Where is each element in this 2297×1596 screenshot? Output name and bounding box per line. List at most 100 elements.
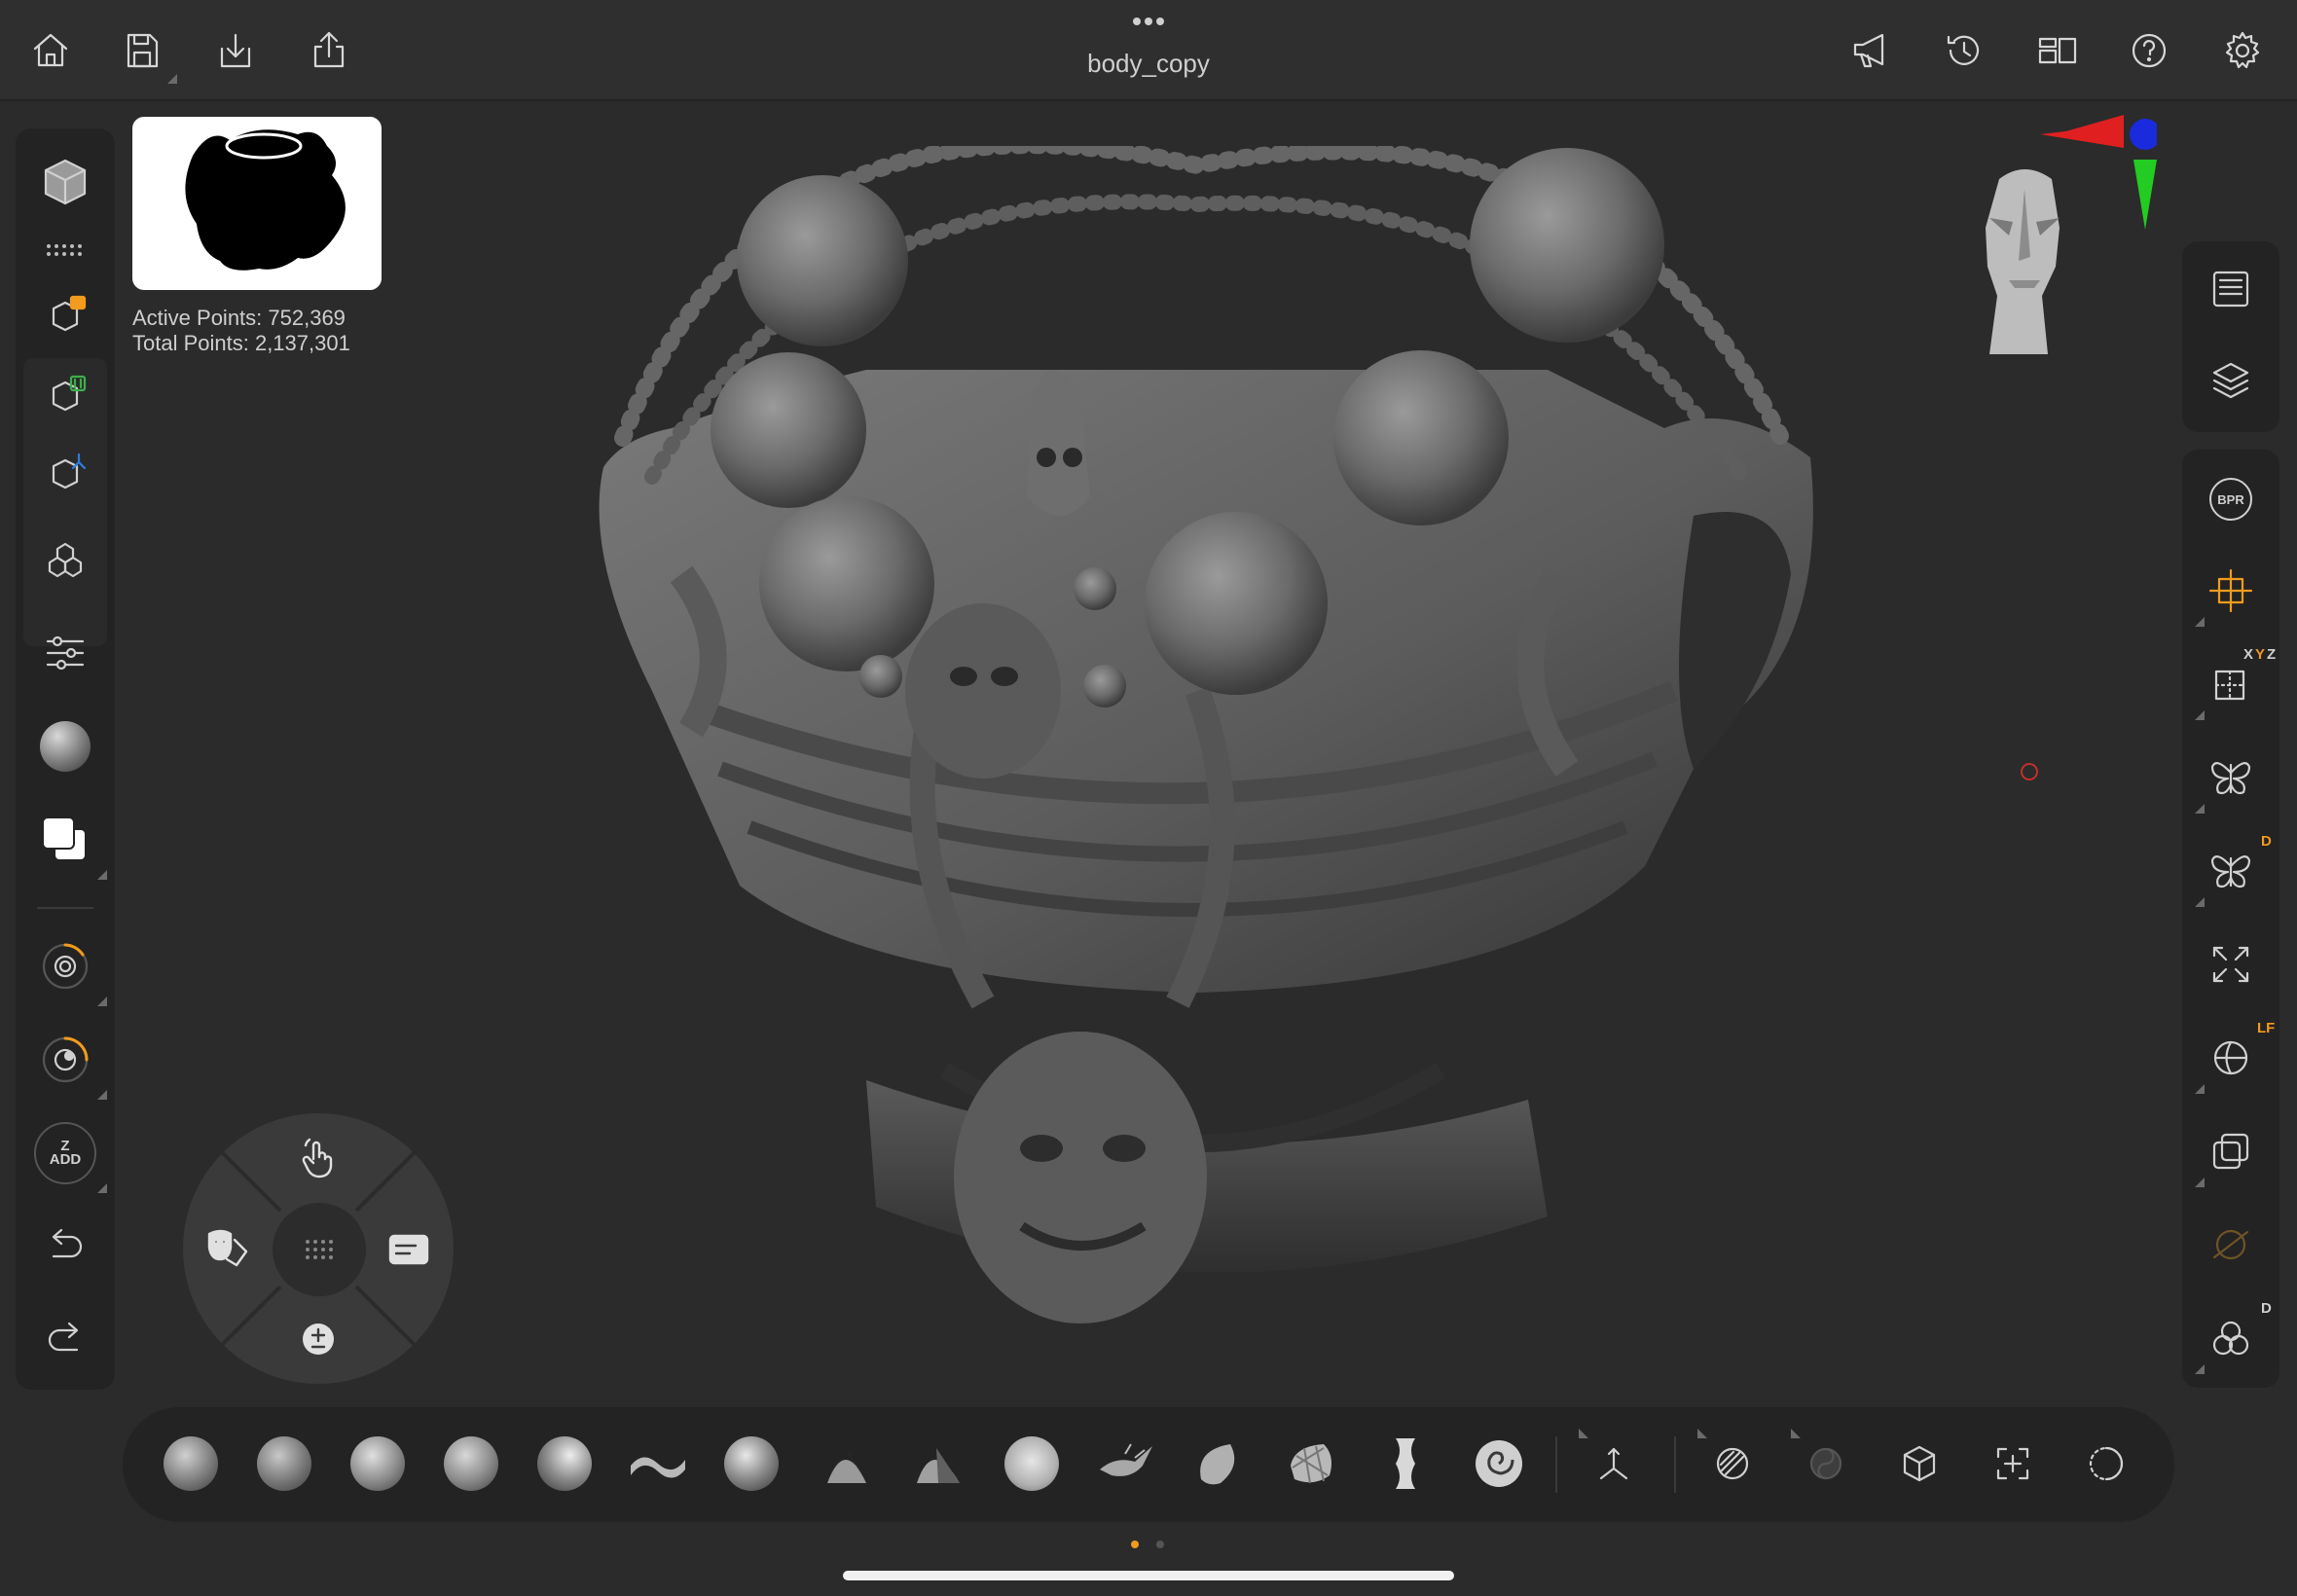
polyframe-icon — [2212, 1321, 2249, 1356]
brush-dam-standard[interactable] — [623, 1429, 693, 1499]
color-swatch-icon — [40, 815, 91, 865]
material-button[interactable] — [31, 712, 99, 780]
brush-spiral[interactable] — [1464, 1429, 1534, 1499]
intensity-dial[interactable] — [31, 1026, 107, 1100]
yin-yang-icon — [1809, 1447, 1842, 1480]
save-button[interactable] — [115, 23, 177, 84]
layers-button[interactable] — [2197, 346, 2265, 415]
intensity-dial-icon — [42, 1036, 89, 1083]
download-icon — [220, 33, 251, 68]
invert-mask-button[interactable] — [1791, 1429, 1861, 1499]
frame-add-button[interactable] — [1978, 1429, 2048, 1499]
wheel-zadd-sub-button[interactable] — [289, 1310, 347, 1368]
head-navigator[interactable] — [1970, 160, 2079, 354]
grid-icon — [2214, 670, 2245, 701]
brush-blob[interactable] — [1184, 1429, 1254, 1499]
right-toolbar-main: BPR X Y Z D LF D — [2182, 450, 2279, 1388]
undo-button[interactable] — [31, 1213, 99, 1281]
quick-action-wheel — [183, 1113, 454, 1384]
hatch-mask-button[interactable] — [1697, 1429, 1768, 1499]
drag-handle-icon[interactable] — [45, 243, 88, 257]
share-button[interactable] — [302, 23, 356, 78]
share-icon — [313, 31, 345, 68]
brush-bar-separator — [1555, 1436, 1557, 1493]
symmetry-button[interactable] — [2195, 744, 2265, 814]
polyframe-button[interactable]: D — [2195, 1300, 2272, 1374]
transparency-button[interactable] — [2197, 1211, 2265, 1279]
mesh-tools-button[interactable] — [31, 526, 99, 594]
frame-button[interactable] — [2197, 930, 2265, 998]
menu-button[interactable] — [2197, 255, 2265, 323]
floor-button[interactable]: LF — [2195, 1020, 2275, 1094]
material-sphere-icon — [40, 721, 91, 772]
brush-settings-button[interactable] — [31, 619, 99, 687]
gallery-button[interactable] — [31, 148, 99, 216]
page-dot-1[interactable] — [1131, 1541, 1139, 1548]
help-button[interactable] — [2122, 23, 2176, 78]
announcements-button[interactable] — [1843, 23, 1898, 78]
grid-dots-icon — [306, 1240, 333, 1259]
brush-snake-hook-icon — [724, 1436, 779, 1491]
left-toolbar: Z ADD — [16, 128, 115, 1390]
home-button[interactable] — [23, 23, 78, 78]
grid-xyz-button[interactable]: X Y Z — [2195, 646, 2276, 720]
brush-smooth-icon — [1004, 1436, 1059, 1491]
brush-standard[interactable] — [343, 1429, 413, 1499]
bpr-icon: BPR — [2209, 478, 2252, 521]
bpr-button[interactable]: BPR — [2197, 465, 2265, 533]
lasso-select-button[interactable] — [2071, 1429, 2141, 1499]
perspective-button[interactable] — [2195, 1117, 2265, 1187]
draw-size-dial[interactable] — [31, 932, 107, 1006]
y-axis-arrow[interactable] — [2133, 160, 2157, 230]
butterfly-icon — [2210, 762, 2251, 795]
brush-move-icon — [444, 1436, 498, 1491]
list-menu-icon — [2212, 271, 2249, 308]
polygroup-cube-button[interactable] — [1884, 1429, 1954, 1499]
color-swatch-button[interactable] — [31, 806, 107, 880]
brush-trim-icon — [1100, 1443, 1152, 1476]
transform-gizmo-button[interactable] — [2195, 557, 2265, 627]
brush-pinch[interactable] — [810, 1429, 880, 1499]
silhouette-thumbnail[interactable] — [132, 117, 382, 290]
settings-button[interactable] — [2215, 23, 2270, 78]
brush-standard-icon — [350, 1436, 405, 1491]
note-card-icon — [388, 1234, 429, 1265]
layout-button[interactable] — [2030, 23, 2085, 78]
brush-clay[interactable] — [249, 1429, 319, 1499]
sliders-icon — [46, 635, 85, 671]
xyz-badge-y: Y — [2255, 646, 2266, 663]
z-axis-ball[interactable] — [2130, 119, 2157, 150]
brush-snake-hook[interactable] — [716, 1429, 786, 1499]
wheel-notes-button[interactable] — [380, 1219, 438, 1278]
more-options-icon[interactable] — [1129, 14, 1168, 29]
expand-icon — [2212, 946, 2249, 983]
brush-trim[interactable] — [1090, 1429, 1160, 1499]
brush-clay-buildup[interactable] — [156, 1429, 226, 1499]
radial-symmetry-button[interactable]: D — [2195, 833, 2272, 907]
page-dot-2[interactable] — [1156, 1541, 1164, 1548]
sculpt-model[interactable] — [574, 146, 1830, 1372]
z-add-button[interactable]: Z ADD — [31, 1119, 107, 1193]
wheel-gesture-button[interactable] — [289, 1129, 347, 1187]
brush-move[interactable] — [436, 1429, 506, 1499]
brush-flatten[interactable] — [903, 1429, 973, 1499]
wheel-mask-button[interactable] — [199, 1219, 257, 1278]
brush-smooth[interactable] — [997, 1429, 1067, 1499]
brush-slice[interactable] — [1370, 1429, 1440, 1499]
cube-icon — [44, 159, 87, 205]
frame-plus-icon — [1996, 1447, 2029, 1480]
brush-slice-icon — [1396, 1438, 1415, 1489]
gizmo-tool-button[interactable] — [1579, 1429, 1649, 1499]
brush-bar-separator — [1674, 1436, 1676, 1493]
import-button[interactable] — [208, 23, 263, 78]
redo-button[interactable] — [31, 1306, 99, 1374]
history-button[interactable] — [1937, 23, 1991, 78]
wheel-center-button[interactable] — [273, 1203, 366, 1296]
brush-inflate[interactable] — [529, 1429, 600, 1499]
subtool-button[interactable] — [31, 282, 99, 350]
brush-mask-lasso[interactable] — [1277, 1429, 1347, 1499]
add-label: ADD — [49, 1151, 82, 1168]
brush-inflate-icon — [537, 1436, 592, 1491]
geometry-button[interactable] — [31, 362, 99, 430]
transform-button[interactable] — [31, 440, 99, 508]
